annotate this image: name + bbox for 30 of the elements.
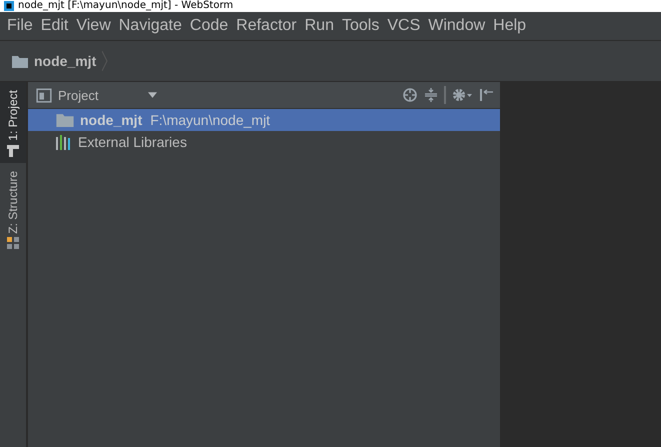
- window-title: node_mjt [F:\mayun\node_mjt] - WebStorm: [18, 0, 234, 12]
- menu-item[interactable]: Run: [302, 17, 339, 35]
- menu-item[interactable]: Edit: [38, 17, 74, 35]
- menu-item[interactable]: Help: [490, 17, 532, 35]
- menu-item[interactable]: View: [73, 17, 116, 35]
- settings-icon[interactable]: [451, 87, 473, 103]
- folder-icon: [12, 54, 28, 68]
- breadcrumb-item[interactable]: node_mjt: [12, 51, 108, 71]
- tree-item[interactable]: node_mjt F:\mayun\node_mjt: [28, 109, 500, 131]
- structure-icon: [7, 237, 19, 250]
- chevron-icon: [102, 51, 108, 71]
- menu-item[interactable]: Code: [186, 17, 234, 35]
- menu-item[interactable]: Refactor: [233, 17, 302, 35]
- tool-window-tab[interactable]: 1: Project: [0, 82, 26, 163]
- menu-item[interactable]: Window: [425, 17, 490, 35]
- collapse-icon[interactable]: [423, 87, 439, 103]
- caret-icon: [148, 92, 157, 98]
- project-name: node_mjt: [34, 53, 96, 69]
- menu-item[interactable]: VCS: [384, 17, 426, 35]
- locate-icon[interactable]: [402, 87, 418, 103]
- tree-item[interactable]: External Libraries: [28, 131, 500, 153]
- view-selector[interactable]: Project: [36, 87, 161, 103]
- folder-icon: [56, 113, 74, 127]
- app-icon: [4, 1, 14, 11]
- libraries-icon: [56, 134, 72, 150]
- tool-window-tab[interactable]: Z: Structure: [0, 162, 26, 256]
- hide-icon[interactable]: [478, 87, 494, 103]
- menu-item[interactable]: Tools: [338, 17, 384, 35]
- menu-item[interactable]: Navigate: [116, 17, 187, 35]
- menu-item[interactable]: File: [4, 17, 38, 35]
